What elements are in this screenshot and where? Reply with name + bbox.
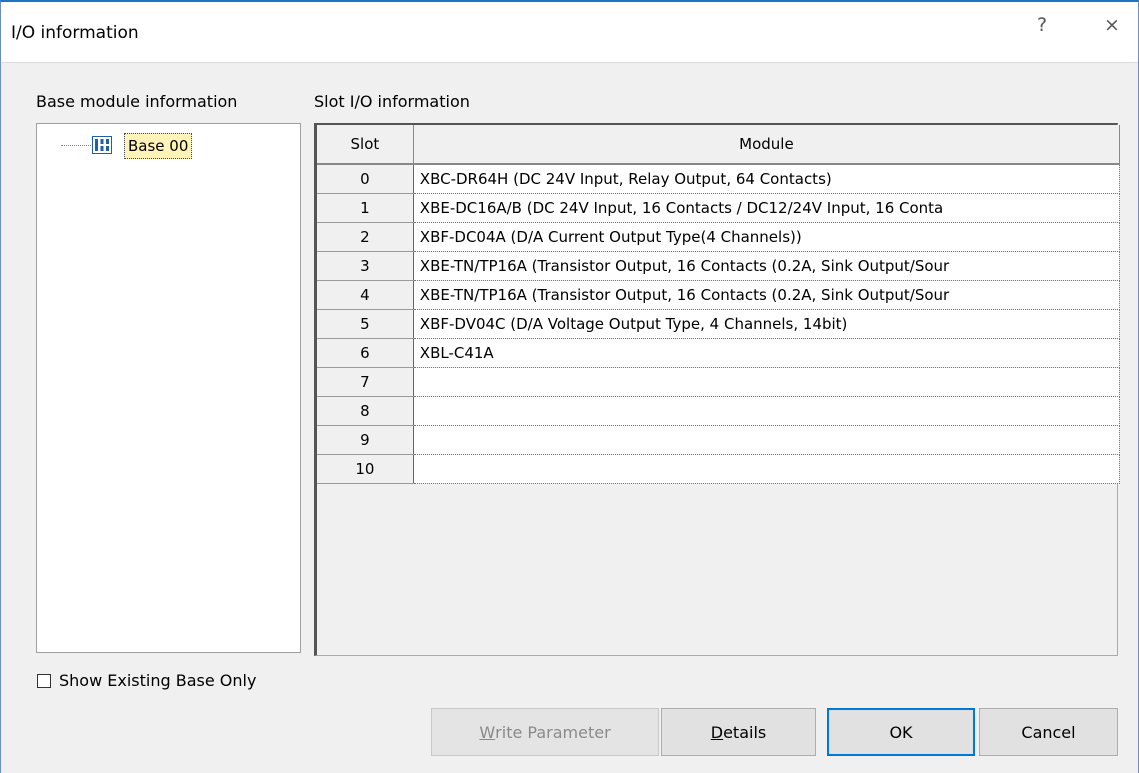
show-existing-base-only-label[interactable]: Show Existing Base Only [59, 671, 256, 690]
close-button[interactable]: × [1101, 14, 1123, 36]
module-cell[interactable]: XBC-DR64H (DC 24V Input, Relay Output, 6… [413, 164, 1121, 194]
base-module-information-label: Base module information [36, 92, 238, 111]
slot-cell[interactable]: 0 [317, 164, 414, 194]
write-parameter-label: rite Parameter [495, 722, 611, 742]
slot-cell[interactable]: 9 [317, 425, 414, 455]
slot-cell[interactable]: 6 [317, 338, 414, 368]
module-cell[interactable] [413, 367, 1121, 397]
write-parameter-mnemonic: W [479, 722, 496, 742]
slot-io-information-label: Slot I/O information [314, 92, 470, 111]
slot-io-grid[interactable]: Slot Module 0 XBC-DR64H (DC 24V Input, Re… [314, 123, 1121, 656]
tree-connector-line [61, 145, 91, 146]
ok-button[interactable]: OK [827, 708, 975, 756]
table-row[interactable]: 2 XBF-DC04A (D/A Current Output Type(4 Ch… [317, 222, 1121, 252]
table-row[interactable]: 1 XBE-DC16A/B (DC 24V Input, 16 Contacts … [317, 193, 1121, 223]
base-rack-icon [92, 136, 112, 154]
column-header-slot[interactable]: Slot [317, 125, 414, 165]
module-cell[interactable]: XBE-TN/TP16A (Transistor Output, 16 Cont… [413, 280, 1121, 310]
title-bar: I/O information ? × [1, 2, 1138, 63]
module-cell[interactable] [413, 454, 1121, 484]
slot-cell[interactable]: 1 [317, 193, 414, 223]
slot-cell[interactable]: 7 [317, 367, 414, 397]
dialog-title: I/O information [11, 23, 139, 43]
details-mnemonic: D [710, 722, 724, 742]
table-row[interactable]: 3 XBE-TN/TP16A (Transistor Output, 16 Con… [317, 251, 1121, 281]
module-cell[interactable]: XBF-DC04A (D/A Current Output Type(4 Cha… [413, 222, 1121, 252]
table-row[interactable]: 4 XBE-TN/TP16A (Transistor Output, 16 Con… [317, 280, 1121, 310]
module-cell[interactable] [413, 425, 1121, 455]
tree-node-base-00[interactable]: Base 00 [124, 133, 193, 159]
base-tree[interactable]: Base 00 [36, 123, 301, 653]
slot-cell[interactable]: 5 [317, 309, 414, 339]
slot-cell[interactable]: 2 [317, 222, 414, 252]
table-header-row: Slot Module [317, 125, 1121, 165]
slot-cell[interactable]: 8 [317, 396, 414, 426]
help-button[interactable]: ? [1031, 14, 1053, 36]
module-cell[interactable] [413, 396, 1121, 426]
module-cell[interactable]: XBE-DC16A/B (DC 24V Input, 16 Contacts /… [413, 193, 1121, 223]
slot-io-table: Slot Module 0 XBC-DR64H (DC 24V Input, Re… [317, 125, 1121, 484]
table-row[interactable]: 7 [317, 367, 1121, 397]
io-information-dialog: I/O information ? × Base module informat… [0, 0, 1139, 773]
slot-cell[interactable]: 3 [317, 251, 414, 281]
table-row[interactable]: 5 XBF-DV04C (D/A Voltage Output Type, 4 C… [317, 309, 1121, 339]
table-row[interactable]: 10 [317, 454, 1121, 484]
details-button[interactable]: Details [661, 708, 816, 756]
module-cell[interactable]: XBL-C41A [413, 338, 1121, 368]
table-row[interactable]: 0 XBC-DR64H (DC 24V Input, Relay Output, … [317, 164, 1121, 194]
show-existing-base-only-checkbox[interactable] [37, 673, 51, 688]
details-label: etails [723, 722, 767, 742]
module-cell[interactable]: XBF-DV04C (D/A Voltage Output Type, 4 Ch… [413, 309, 1121, 339]
cancel-button[interactable]: Cancel [979, 708, 1118, 756]
table-row[interactable]: 9 [317, 425, 1121, 455]
table-row[interactable]: 6 XBL-C41A [317, 338, 1121, 368]
module-cell[interactable]: XBE-TN/TP16A (Transistor Output, 16 Cont… [413, 251, 1121, 281]
write-parameter-button[interactable]: Write Parameter [431, 708, 659, 756]
column-header-module[interactable]: Module [413, 125, 1121, 165]
slot-cell[interactable]: 10 [317, 454, 414, 484]
table-row[interactable]: 8 [317, 396, 1121, 426]
show-existing-base-only-option[interactable]: Show Existing Base Only [37, 671, 256, 690]
slot-cell[interactable]: 4 [317, 280, 414, 310]
